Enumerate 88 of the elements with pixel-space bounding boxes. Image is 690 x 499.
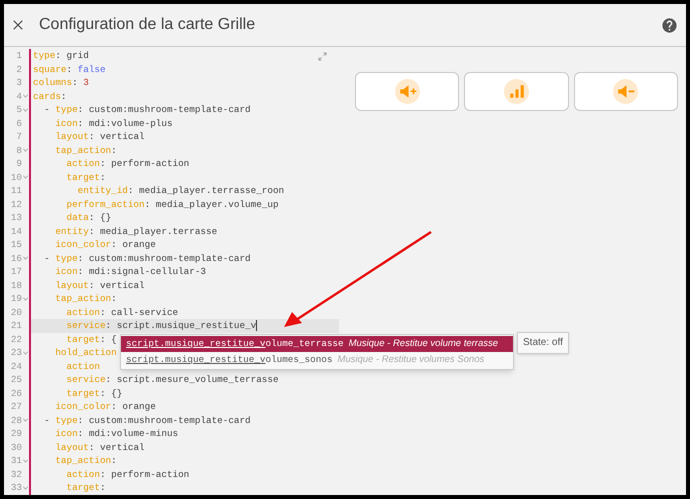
line-number: 13: [10, 211, 22, 224]
code-line: type: grid: [33, 50, 89, 61]
card-button[interactable]: [355, 72, 460, 111]
fold-chevron-icon[interactable]: [23, 458, 28, 463]
line-number: 22: [10, 332, 22, 346]
code-line: icon: mdi:signal-cellular-3: [54, 266, 206, 277]
code-line: service: script.mesure_volume_terrasse: [65, 374, 279, 385]
line-number: 10: [10, 170, 22, 184]
code-line: action: call-service: [65, 306, 178, 318]
line-number: 26: [10, 386, 22, 400]
line-number: 17: [10, 265, 22, 278]
line-number: 6: [15, 116, 22, 130]
help-icon[interactable]: [661, 16, 678, 34]
line-number: 5: [15, 103, 22, 116]
code-line: - type: custom:mushroom-template-card: [43, 252, 251, 264]
dialog-title: Configuration de la carte Grille: [39, 15, 256, 35]
code-line: perform_action: media_player.volume_up: [65, 198, 279, 210]
code-line: entity: media_player.terrasse: [54, 226, 218, 236]
fold-chevron-icon[interactable]: [23, 148, 28, 152]
line-number: 19: [10, 292, 22, 306]
line-number: 4: [15, 90, 22, 103]
speaker-minus-icon: [613, 79, 638, 104]
code-line: target: {}: [65, 388, 122, 398]
speaker-plus-icon: [394, 79, 420, 104]
fold-chevron-icon[interactable]: [23, 418, 28, 422]
line-number: 15: [10, 238, 22, 252]
card-button[interactable]: [464, 72, 569, 111]
autocomplete-option[interactable]: script.musique_restitue_volume_terrasse Musique - Restitue volume terrasse: [121, 336, 513, 352]
line-number: 14: [10, 224, 22, 238]
line-number: 12: [10, 198, 22, 211]
state-tooltip: State: off: [517, 332, 569, 354]
fold-chevron-icon[interactable]: [23, 94, 28, 98]
line-number: 30: [10, 440, 22, 454]
code-line: entity_id: media_player.terrasse_roon: [76, 185, 284, 196]
fold-chevron-icon[interactable]: [23, 175, 28, 180]
line-number: 31: [10, 454, 22, 468]
code-line: target: {: [65, 334, 117, 344]
line-number: 1: [15, 49, 22, 62]
line-number: 16: [10, 252, 22, 265]
line-number: 18: [10, 278, 22, 292]
code-line: square: false: [33, 64, 106, 74]
code-line: icon: mdi:volume-minus: [54, 428, 178, 439]
code-line: columns: 3: [33, 77, 89, 88]
line-number: 33: [10, 481, 22, 494]
code-line: action: perform-action: [65, 158, 190, 169]
line-number: 20: [10, 306, 22, 319]
code-line: - type: custom:mushroom-template-card: [43, 104, 251, 115]
code-line: icon: mdi:volume-plus: [54, 118, 173, 128]
code-line: layout: vertical: [54, 280, 145, 290]
line-number: 2: [15, 62, 22, 76]
signal-bars-icon: [504, 79, 529, 104]
code-line: target:: [65, 482, 106, 493]
code-line: icon_color: orange: [54, 401, 156, 412]
code-line: hold_action: [54, 347, 117, 358]
code-line: tap_action:: [54, 293, 117, 304]
line-number: 9: [15, 157, 22, 170]
code-line: target:: [65, 172, 106, 182]
fold-chevron-icon[interactable]: [23, 296, 28, 301]
fold-chevron-icon[interactable]: [23, 350, 28, 355]
code-line: data: {}: [65, 212, 112, 223]
line-number: 29: [10, 427, 22, 440]
code-line: layout: vertical: [54, 131, 145, 142]
card-button[interactable]: [574, 72, 678, 111]
line-number: 11: [10, 184, 22, 198]
line-number: 32: [10, 468, 22, 481]
autocomplete-option[interactable]: script.musique_restitue_volumes_sonos Musique - Restitue volumes Sonos: [121, 352, 513, 368]
line-number: 25: [10, 373, 22, 386]
code-line: tap_action:: [54, 144, 117, 156]
code-line: service: script.musique_restitue_v: [65, 320, 258, 331]
line-number: 7: [15, 130, 22, 144]
line-number: 3: [15, 76, 22, 90]
code-line: icon_color: orange: [54, 239, 156, 250]
code-line: action: [65, 360, 100, 372]
code-line: tap_action:: [54, 455, 117, 466]
fold-chevron-icon[interactable]: [23, 486, 28, 490]
fold-chevron-icon[interactable]: [23, 108, 28, 112]
code-line: layout: vertical: [54, 442, 145, 452]
line-number: 28: [10, 414, 22, 427]
code-line: action: perform-action: [65, 468, 190, 480]
line-number: 21: [10, 319, 22, 332]
code-line: - type: custom:mushroom-template-card: [43, 414, 251, 426]
line-number: 27: [10, 400, 22, 414]
line-number: 23: [10, 346, 22, 360]
line-number: 8: [15, 144, 22, 157]
expand-icon[interactable]: [318, 52, 327, 61]
code-line: cards:: [33, 90, 66, 102]
fold-chevron-icon[interactable]: [23, 256, 28, 260]
line-number: 24: [10, 360, 22, 373]
